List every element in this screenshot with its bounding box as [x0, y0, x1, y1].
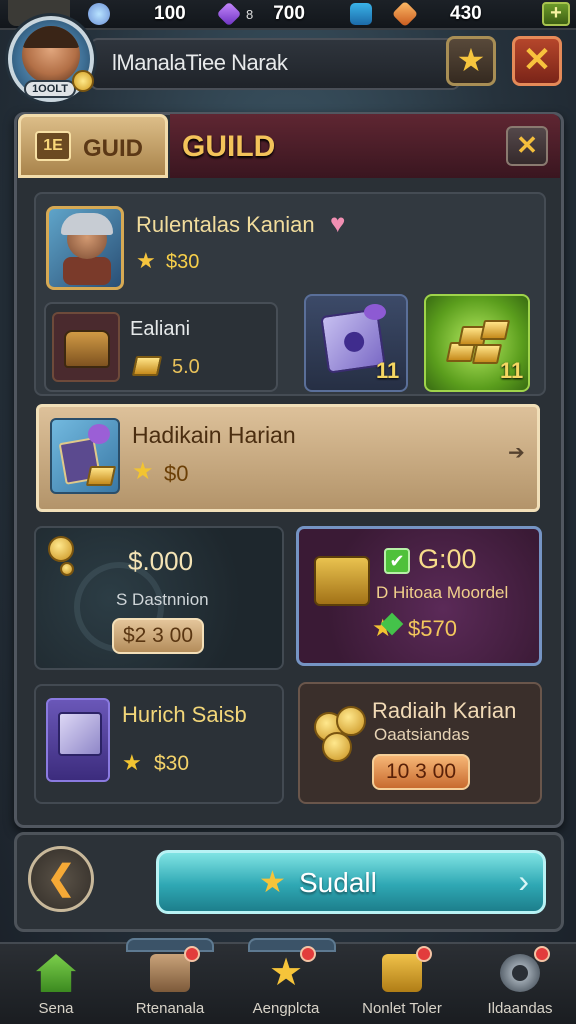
item-quantity: 11 — [500, 358, 524, 383]
nav-label: Rtenanala — [135, 1000, 205, 1017]
chevron-right-icon: › — [518, 863, 529, 899]
star-icon: ★ — [122, 750, 142, 775]
resource-value: 700 — [273, 3, 305, 24]
coin-icon — [48, 536, 74, 562]
orange-gem-icon — [391, 0, 419, 28]
box-emblem — [342, 330, 366, 354]
offer-timer: G:00 — [418, 544, 477, 574]
hero-helmet — [61, 213, 113, 235]
tab-guid-icon: 1E — [35, 131, 71, 161]
clover-icon — [88, 3, 110, 25]
nav-label: Nonlet Toler — [362, 1000, 442, 1017]
treasure-chest-icon — [314, 556, 370, 606]
chevron-right-icon[interactable]: ➔ — [508, 440, 525, 465]
close-icon: ✕ — [516, 130, 538, 160]
card-price: $30 — [154, 752, 190, 775]
card-title: Radiaih Karian — [372, 698, 517, 723]
notification-badge — [534, 946, 550, 962]
notification-badge — [184, 946, 200, 962]
resource-prefix: 8 — [246, 6, 254, 22]
card-title: Hurich Saisb — [122, 702, 247, 727]
hero-body — [63, 257, 111, 285]
nav-label: Aengplcta — [252, 1000, 320, 1017]
star-icon: ★ — [132, 458, 154, 485]
resource-value: 430 — [450, 3, 482, 24]
back-button[interactable]: ❮ — [28, 846, 94, 912]
heart-icon: ♥ — [330, 208, 346, 238]
gear-icon — [500, 954, 540, 992]
star-icon: ★ — [259, 866, 286, 899]
gift-bundle-icon — [50, 418, 120, 494]
notification-badge — [300, 946, 316, 962]
featured-title: Rulentalas Kanian — [136, 212, 315, 237]
resource-value: 100 — [154, 3, 186, 24]
favorite-button[interactable]: ★ — [446, 36, 496, 86]
bow-icon — [364, 304, 386, 320]
check-icon: ✔ — [384, 548, 410, 574]
avatar-hair — [22, 26, 80, 48]
close-icon: ✕ — [522, 41, 552, 79]
star-icon: ★ — [136, 248, 156, 273]
avatar-level-tag: 1OOLT — [24, 80, 76, 98]
card-subtitle: S Dastnnion — [116, 590, 209, 609]
main-action-button[interactable]: ★ Sudall › — [156, 850, 546, 914]
tab-guid[interactable]: 1E GUID — [18, 114, 168, 178]
coin-icon — [72, 70, 94, 92]
item-price: 5.0 — [172, 356, 200, 378]
cube-face — [58, 712, 102, 756]
player-name: lManalaTiee Narak — [112, 50, 288, 75]
nav-item-settings[interactable]: Ildaandas — [464, 946, 576, 1022]
scroll-icon — [150, 954, 190, 992]
nav-label: Sena — [38, 1000, 74, 1017]
banner-title: Hadikain Harian — [132, 422, 296, 448]
shield-icon — [350, 3, 372, 25]
bag-icon — [382, 954, 422, 992]
chevron-left-icon: ❮ — [46, 859, 76, 897]
nav-item-home[interactable]: Sena — [0, 946, 112, 1022]
card-price: $.000 — [128, 546, 194, 576]
tab-guild-label: GUILD — [182, 130, 276, 163]
purple-gem-icon — [216, 1, 242, 27]
item-title: Ealiani — [130, 318, 191, 340]
close-button[interactable]: ✕ — [512, 36, 562, 86]
nav-item-achievements[interactable]: ★ Aengplcta — [230, 946, 342, 1022]
notification-badge — [416, 946, 432, 962]
nav-item-tasks[interactable]: Rtenanala — [114, 946, 226, 1022]
banner-price: $0 — [164, 461, 189, 486]
buy-button[interactable]: 10 3 00 — [372, 754, 470, 790]
tab-guild[interactable]: GUILD — [170, 114, 560, 178]
tab-guid-label: GUID — [83, 135, 143, 162]
nav-label: Ildaandas — [487, 1000, 553, 1017]
mystery-box-item[interactable]: 11 — [304, 294, 408, 392]
main-action-label: Sudall — [299, 867, 377, 898]
resource-orange-gem[interactable]: 430 — [350, 0, 482, 28]
hero-portrait-icon[interactable] — [46, 206, 124, 290]
star-icon: ★ — [268, 952, 304, 994]
coin-small-icon — [60, 562, 74, 576]
star-icon: ★ — [456, 42, 486, 78]
chest-icon — [52, 312, 120, 382]
buy-button[interactable]: $2 3 00 — [112, 618, 204, 654]
nav-item-shop[interactable]: Nonlet Toler — [346, 946, 458, 1022]
add-resource-button[interactable]: + — [542, 2, 570, 26]
close-panel-button[interactable]: ✕ — [506, 126, 548, 166]
resource-purple-gem[interactable]: 8 700 — [216, 1, 305, 27]
resource-clover[interactable]: 100 — [88, 2, 186, 26]
chest-body — [64, 330, 110, 368]
featured-price: $30 — [166, 251, 200, 273]
avatar-portrait — [22, 26, 80, 84]
home-icon — [36, 954, 76, 992]
item-quantity: 11 — [376, 358, 400, 383]
coin-icon — [322, 732, 352, 762]
purple-cube-icon — [46, 698, 110, 782]
card-subtitle: D Hitoaa Moordel — [376, 583, 509, 602]
gold-bar-icon — [131, 356, 163, 376]
gold-pile-item[interactable]: 11 — [424, 294, 530, 392]
card-subtitle: Oaatsiandas — [374, 725, 470, 744]
card-price: $570 — [408, 616, 457, 641]
